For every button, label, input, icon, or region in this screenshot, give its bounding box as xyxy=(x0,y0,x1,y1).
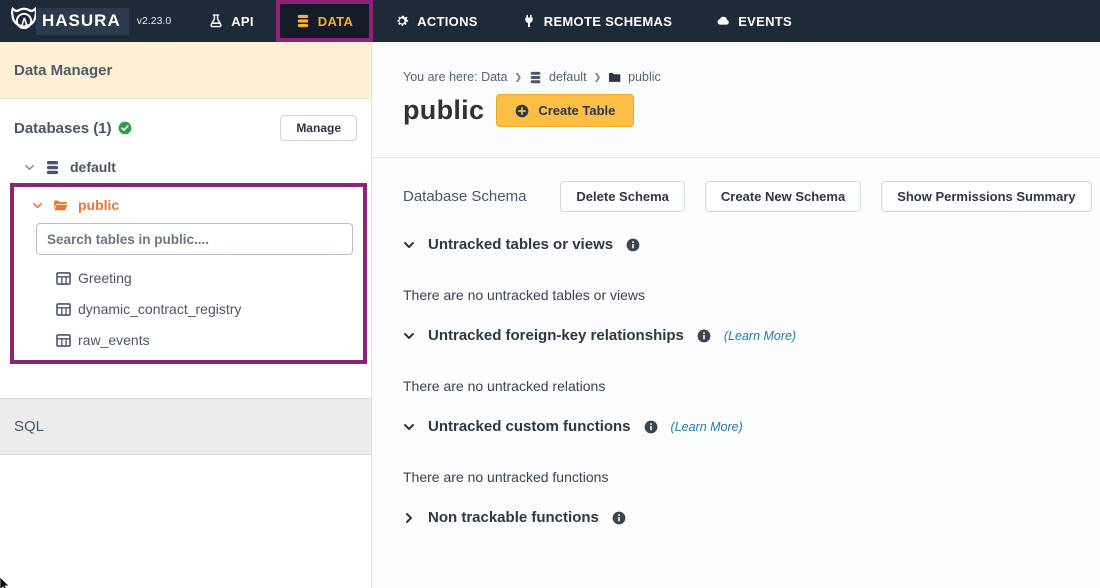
cloud-icon xyxy=(716,14,730,28)
check-circle-icon xyxy=(118,121,132,135)
table-icon xyxy=(56,303,71,316)
database-icon xyxy=(45,160,60,175)
breadcrumb-schema[interactable]: public xyxy=(628,70,661,84)
table-name-label: dynamic_contract_registry xyxy=(78,301,241,317)
nav-item-label: EVENTS xyxy=(738,14,792,29)
nav-item-label: REMOTE SCHEMAS xyxy=(544,14,672,29)
nav-item-remote-schemas[interactable]: REMOTE SCHEMAS xyxy=(500,0,694,42)
info-icon[interactable] xyxy=(612,511,626,525)
main-panel: You are here: Data ❯ default ❯ public pu… xyxy=(372,42,1100,588)
page-title: public xyxy=(403,95,484,126)
folder-icon xyxy=(608,71,621,84)
nav-item-label: DATA xyxy=(318,14,353,29)
brand-chip: HASURA xyxy=(36,8,129,35)
section-empty-message: There are no untracked tables or views xyxy=(403,287,1100,303)
section-untracked-custom-functions: Untracked custom functions (Learn More) … xyxy=(403,418,1100,485)
info-icon[interactable] xyxy=(644,420,658,434)
delete-schema-button[interactable]: Delete Schema xyxy=(560,181,685,212)
database-schema-label: Database Schema xyxy=(403,188,526,205)
info-icon[interactable] xyxy=(626,238,640,252)
create-table-button[interactable]: Create Table xyxy=(496,94,634,127)
hasura-console: HASURA v2.23.0 API DATA ACTIONS RE xyxy=(0,0,1100,588)
annotation-box-data-tab: DATA xyxy=(276,0,373,42)
main-header: You are here: Data ❯ default ❯ public pu… xyxy=(372,42,1100,158)
show-permissions-summary-button[interactable]: Show Permissions Summary xyxy=(881,181,1091,212)
chevron-down-icon xyxy=(24,162,35,173)
breadcrumb: You are here: Data ❯ default ❯ public xyxy=(403,70,1100,84)
database-icon xyxy=(529,71,542,84)
databases-row: Databases (1) Manage xyxy=(0,99,371,147)
learn-more-link[interactable]: (Learn More) xyxy=(671,420,743,434)
chevron-right-icon xyxy=(403,512,415,524)
table-name-label: raw_events xyxy=(78,332,150,348)
gears-icon xyxy=(395,14,409,28)
nav-item-data[interactable]: DATA xyxy=(280,4,369,38)
sidebar-item-default-database[interactable]: default xyxy=(24,159,371,175)
section-title: Untracked custom functions xyxy=(428,418,631,435)
schema-toolbar: Database Schema Delete Schema Create New… xyxy=(403,181,1100,212)
top-navbar: HASURA v2.23.0 API DATA ACTIONS RE xyxy=(0,0,1100,42)
section-title: Untracked foreign-key relationships xyxy=(428,327,684,344)
section-untracked-foreign-keys: Untracked foreign-key relationships (Lea… xyxy=(403,327,1100,394)
data-sidebar: Data Manager Databases (1) Manage defaul… xyxy=(0,42,372,588)
plug-icon xyxy=(522,14,536,28)
database-name-label: default xyxy=(70,159,116,175)
section-header-untracked-foreign-keys[interactable]: Untracked foreign-key relationships (Lea… xyxy=(403,327,1100,344)
version-label: v2.23.0 xyxy=(137,15,171,27)
section-empty-message: There are no untracked functions xyxy=(403,469,1100,485)
section-header-untracked-tables[interactable]: Untracked tables or views xyxy=(403,236,1100,253)
chevron-down-icon xyxy=(403,330,415,342)
title-row: public Create Table xyxy=(403,94,1100,157)
flask-icon xyxy=(209,14,223,28)
nav-item-api[interactable]: API xyxy=(187,0,276,42)
learn-more-link[interactable]: (Learn More) xyxy=(724,329,796,343)
section-empty-message: There are no untracked relations xyxy=(403,378,1100,394)
table-icon xyxy=(56,334,71,347)
sidebar-title: Data Manager xyxy=(0,42,371,99)
chevron-down-icon xyxy=(403,421,415,433)
nav-item-actions[interactable]: ACTIONS xyxy=(373,0,500,42)
annotation-box-public-schema: public Greeting dynamic_contract_registr… xyxy=(10,183,367,364)
section-title: Non trackable functions xyxy=(428,509,599,526)
section-untracked-tables: Untracked tables or views There are no u… xyxy=(403,236,1100,303)
nav-item-label: ACTIONS xyxy=(417,14,478,29)
chevron-right-icon: ❯ xyxy=(514,72,522,83)
mouse-cursor xyxy=(0,577,13,588)
info-icon[interactable] xyxy=(697,329,711,343)
manage-button[interactable]: Manage xyxy=(280,115,357,141)
sidebar-item-table-dynamic-contract-registry[interactable]: dynamic_contract_registry xyxy=(56,301,363,317)
nav-item-label: API xyxy=(231,14,254,29)
databases-count-label: Databases (1) xyxy=(14,120,112,137)
nav-items: API DATA ACTIONS REMOTE SCHEMAS EVENTS xyxy=(187,0,814,42)
databases-label: Databases (1) xyxy=(14,120,132,137)
brand-name: HASURA xyxy=(42,11,121,30)
sidebar-item-sql[interactable]: SQL xyxy=(0,398,371,455)
folder-open-icon xyxy=(53,198,68,213)
table-name-label: Greeting xyxy=(78,270,132,286)
chevron-down-icon xyxy=(32,200,43,211)
nav-item-events[interactable]: EVENTS xyxy=(694,0,814,42)
section-non-trackable-functions: Non trackable functions xyxy=(403,509,1100,526)
create-table-label: Create Table xyxy=(538,103,615,118)
section-title: Untracked tables or views xyxy=(428,236,613,253)
main-body: Database Schema Delete Schema Create New… xyxy=(372,158,1100,526)
chevron-down-icon xyxy=(403,239,415,251)
search-tables-input[interactable] xyxy=(36,223,353,255)
breadcrumb-prefix[interactable]: You are here: Data xyxy=(403,70,507,84)
content-area: Data Manager Databases (1) Manage defaul… xyxy=(0,42,1100,588)
sidebar-item-table-greeting[interactable]: Greeting xyxy=(56,270,363,286)
table-icon xyxy=(56,272,71,285)
hasura-logo[interactable]: HASURA v2.23.0 xyxy=(0,0,171,42)
sidebar-item-public-schema[interactable]: public xyxy=(32,197,363,213)
breadcrumb-database[interactable]: default xyxy=(549,70,587,84)
chevron-right-icon: ❯ xyxy=(594,72,602,83)
create-new-schema-button[interactable]: Create New Schema xyxy=(705,181,861,212)
plus-circle-icon xyxy=(515,104,529,118)
sidebar-item-table-raw-events[interactable]: raw_events xyxy=(56,332,363,348)
database-icon xyxy=(296,14,310,28)
section-header-non-trackable-functions[interactable]: Non trackable functions xyxy=(403,509,1100,526)
section-header-untracked-custom-functions[interactable]: Untracked custom functions (Learn More) xyxy=(403,418,1100,435)
schema-name-label: public xyxy=(78,197,119,213)
